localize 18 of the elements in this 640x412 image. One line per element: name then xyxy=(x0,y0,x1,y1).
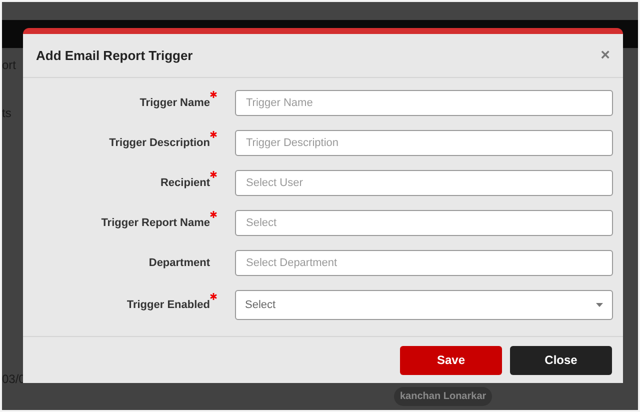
field-label: Trigger Enabled xyxy=(126,298,210,313)
close-button[interactable]: × xyxy=(600,48,610,64)
field-label: Department xyxy=(148,256,210,271)
input-field[interactable]: Trigger Description xyxy=(235,130,613,156)
dialog-title: Add Email Report Trigger xyxy=(36,46,193,65)
caret-icon xyxy=(596,303,603,307)
save-button[interactable]: Save xyxy=(400,346,502,374)
field-label: Trigger Description xyxy=(109,136,210,151)
input-field[interactable]: Select Department xyxy=(235,250,613,276)
field-label: Recipient xyxy=(160,176,210,191)
select-field[interactable]: Select xyxy=(235,290,613,320)
input-field[interactable]: Select User xyxy=(235,170,613,196)
field-label: Trigger Name xyxy=(140,96,210,111)
input-field[interactable]: Select xyxy=(235,210,613,236)
user-tag: kanchan Lonarkar xyxy=(394,387,492,406)
close-button[interactable]: Close xyxy=(510,346,612,374)
input-field[interactable]: Trigger Name xyxy=(235,90,613,116)
field-label: Trigger Report Name xyxy=(101,216,210,231)
